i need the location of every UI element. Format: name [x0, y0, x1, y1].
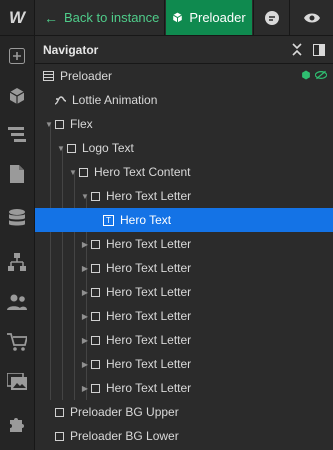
collapse-all-icon[interactable] [291, 43, 303, 61]
caret-down-icon[interactable]: ▼ [55, 144, 67, 153]
tree-item-label: Lottie Animation [72, 93, 158, 107]
box-icon [91, 263, 100, 273]
assets-icon[interactable] [0, 366, 34, 398]
tree-item-hero-text-letter[interactable]: ▼ Hero Text Letter [35, 184, 333, 208]
tree-item-preloader-bg-upper[interactable]: Preloader BG Upper [35, 400, 333, 424]
comments-icon[interactable] [253, 0, 289, 35]
tree-item-label: Preloader [60, 69, 113, 83]
tree-item-hero-text-letter[interactable]: ▶ Hero Text Letter [35, 280, 333, 304]
tree-item-label: Flex [70, 117, 93, 131]
tree-item-hero-text-letter[interactable]: ▶ Hero Text Letter [35, 256, 333, 280]
box-icon [55, 407, 64, 417]
arrow-left-icon: ← [44, 9, 58, 26]
tree-item-hero-text-content[interactable]: ▼ Hero Text Content [35, 160, 333, 184]
tree-item-hero-text-letter[interactable]: ▶ Hero Text Letter [35, 352, 333, 376]
caret-down-icon[interactable]: ▼ [79, 192, 91, 201]
navigator-tree: Preloader Lottie Animation ▼ Flex ▼ Logo… [35, 64, 333, 450]
top-bar: ← Back to instance Preloader [35, 0, 333, 36]
tree-item-hero-text[interactable]: T Hero Text [35, 208, 333, 232]
box-icon [91, 359, 100, 369]
tree-item-preloader[interactable]: Preloader [35, 64, 333, 88]
dock-panel-icon[interactable] [313, 43, 325, 61]
text-icon: T [103, 214, 114, 226]
box-icon [55, 119, 64, 129]
tree-item-label: Hero Text Letter [106, 189, 192, 203]
tree-item-label: Hero Text Letter [106, 309, 192, 323]
tree-item-label: Preloader BG Upper [70, 405, 179, 419]
tree-item-preloader-bg-lower[interactable]: Preloader BG Lower [35, 424, 333, 448]
apps-icon[interactable] [0, 408, 34, 440]
caret-right-icon[interactable]: ▶ [79, 240, 91, 249]
box-icon [67, 143, 76, 153]
add-icon[interactable] [0, 40, 34, 72]
panel-title: Navigator [43, 42, 99, 57]
component-name-button[interactable]: Preloader [166, 0, 252, 35]
tree-item-lottie-animation[interactable]: Lottie Animation [35, 88, 333, 112]
tree-item-hero-text-letter[interactable]: ▶ Hero Text Letter [35, 328, 333, 352]
caret-right-icon[interactable]: ▶ [79, 336, 91, 345]
preview-eye-icon[interactable] [289, 0, 333, 35]
users-icon[interactable] [0, 286, 34, 318]
caret-right-icon[interactable]: ▶ [79, 264, 91, 273]
box-icon [91, 311, 100, 321]
caret-down-icon[interactable]: ▼ [43, 120, 55, 129]
box-icon [91, 239, 100, 249]
tree-item-label: Hero Text [120, 213, 172, 227]
component-badge-icon [302, 70, 310, 80]
tree-item-label: Hero Text Letter [106, 285, 192, 299]
hidden-eye-icon[interactable] [315, 70, 327, 80]
tree-item-hero-text-letter[interactable]: ▶ Hero Text Letter [35, 304, 333, 328]
component-layout-icon [43, 71, 54, 81]
ecommerce-icon[interactable] [0, 326, 34, 358]
tree-item-hero-text-letter[interactable]: ▶ Hero Text Letter [35, 232, 333, 256]
components-icon[interactable] [0, 80, 34, 112]
back-label: Back to instance [64, 10, 160, 25]
logic-icon[interactable] [0, 246, 34, 278]
caret-right-icon[interactable]: ▶ [79, 384, 91, 393]
pages-icon[interactable] [0, 158, 34, 190]
tree-item-label: Hero Text Letter [106, 381, 192, 395]
box-icon [55, 431, 64, 441]
navigator-header: Navigator [35, 36, 333, 64]
box-icon [91, 287, 100, 297]
component-icon [173, 12, 183, 23]
webflow-logo[interactable]: W [0, 0, 34, 36]
caret-down-icon[interactable]: ▼ [67, 168, 79, 177]
back-to-instance-button[interactable]: ← Back to instance [35, 0, 165, 35]
lottie-icon [55, 95, 66, 105]
box-icon [91, 383, 100, 393]
left-toolbar: W [0, 0, 35, 450]
caret-right-icon[interactable]: ▶ [79, 288, 91, 297]
box-icon [91, 335, 100, 345]
tree-item-label: Logo Text [82, 141, 134, 155]
navigator-icon[interactable] [0, 118, 34, 150]
tree-item-label: Hero Text Letter [106, 237, 192, 251]
caret-right-icon[interactable]: ▶ [79, 360, 91, 369]
tree-item-label: Hero Text Content [94, 165, 191, 179]
box-icon [79, 167, 88, 177]
tree-item-label: Hero Text Letter [106, 333, 192, 347]
tree-item-label: Hero Text Letter [106, 261, 192, 275]
box-icon [91, 191, 100, 201]
caret-right-icon[interactable]: ▶ [79, 312, 91, 321]
component-name-label: Preloader [189, 10, 246, 25]
tree-item-logo-text[interactable]: ▼ Logo Text [35, 136, 333, 160]
cms-icon[interactable] [0, 202, 34, 234]
tree-item-hero-text-letter[interactable]: ▶ Hero Text Letter [35, 376, 333, 400]
tree-item-label: Preloader BG Lower [70, 429, 179, 443]
tree-item-flex[interactable]: ▼ Flex [35, 112, 333, 136]
tree-item-label: Hero Text Letter [106, 357, 192, 371]
